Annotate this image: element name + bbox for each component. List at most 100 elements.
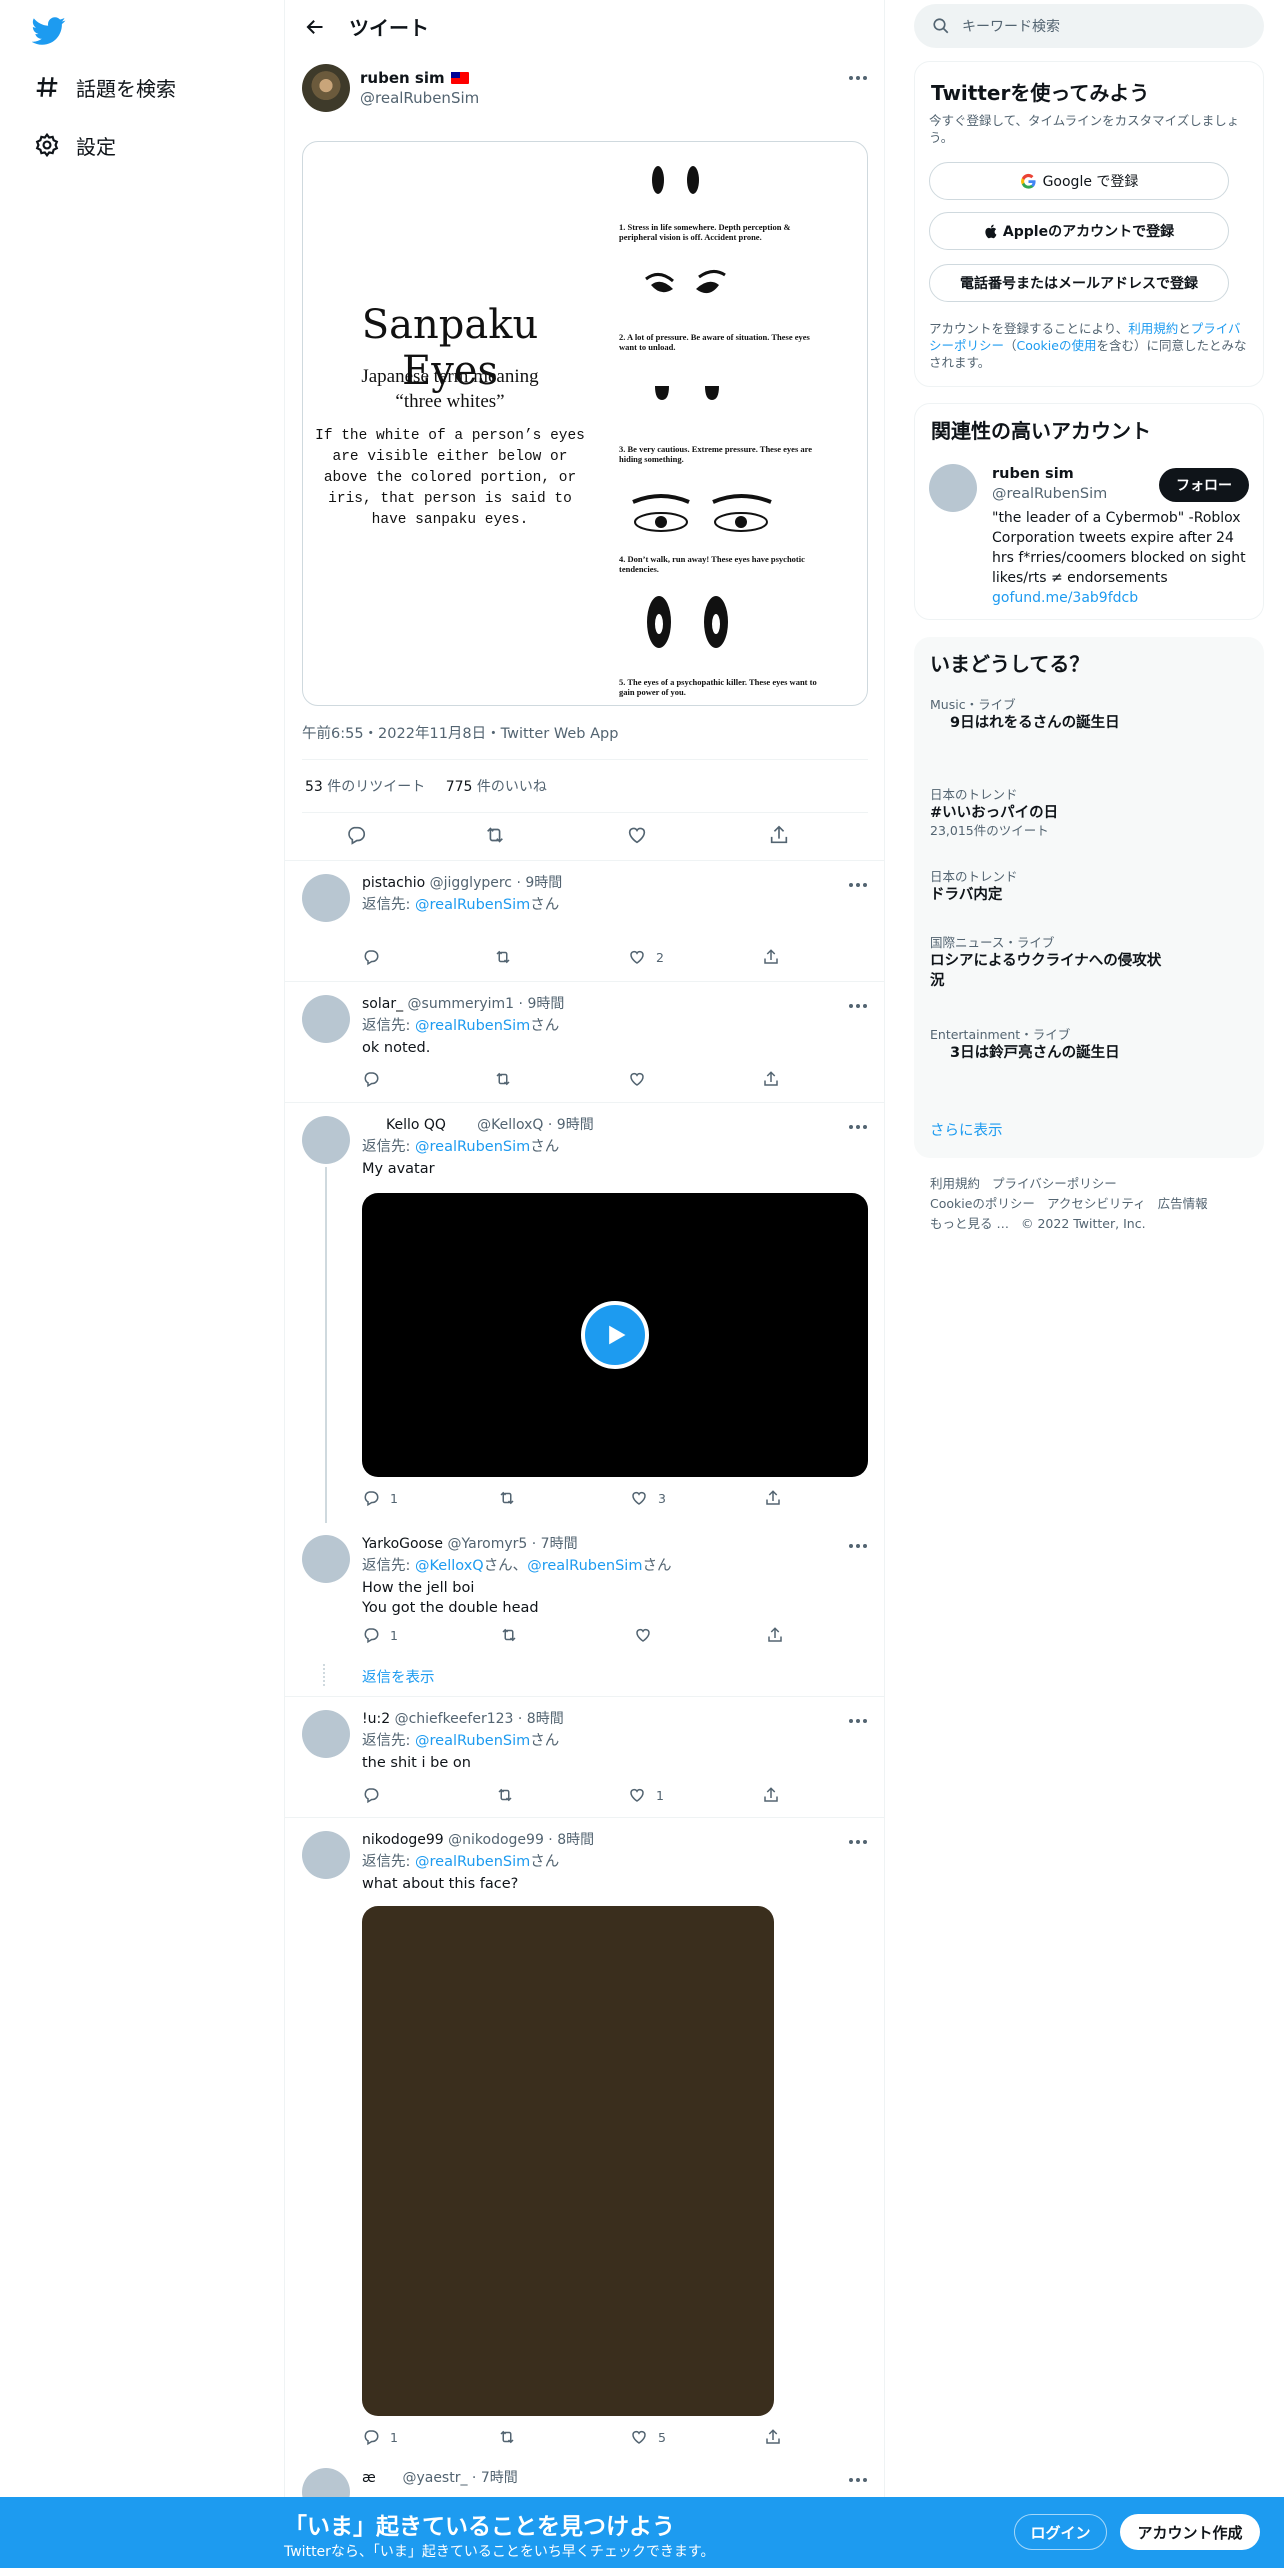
- reply-time[interactable]: 8時間: [527, 1711, 564, 1727]
- back-arrow-icon[interactable]: [295, 7, 335, 47]
- reply-author-name[interactable]: YarkoGoose: [362, 1536, 443, 1552]
- reply-tweet[interactable]: !u:2 @chiefkeefer123 · 8時間 返信先: @realRub…: [285, 1696, 885, 1817]
- reply-icon[interactable]: [345, 824, 367, 846]
- avatar[interactable]: [302, 64, 350, 112]
- mention-link[interactable]: @realRubenSim: [415, 1854, 530, 1870]
- nav-settings[interactable]: 設定: [30, 119, 116, 171]
- tweet-author[interactable]: ruben sim @realRubenSim: [302, 64, 479, 112]
- share-icon[interactable]: [762, 948, 780, 966]
- share-icon[interactable]: [768, 824, 790, 846]
- mention-link[interactable]: @realRubenSim: [415, 897, 530, 913]
- more-options-icon[interactable]: [843, 996, 873, 1016]
- more-options-icon[interactable]: [843, 1117, 873, 1137]
- reply-icon[interactable]: 1: [362, 1489, 398, 1507]
- reply-author-name[interactable]: nikodoge99: [362, 1832, 444, 1848]
- retweet-icon[interactable]: [494, 1070, 522, 1088]
- mention-link[interactable]: @KelloxQ: [415, 1558, 484, 1574]
- reply-icon[interactable]: 1: [362, 1626, 398, 1644]
- reply-handle[interactable]: @KelloxQ: [477, 1117, 543, 1133]
- retweet-icon[interactable]: [498, 2428, 526, 2446]
- trend-item[interactable]: Music・ライブ 9日はれをるさんの誕生日: [930, 697, 1240, 733]
- mention-link[interactable]: @realRubenSim: [415, 1733, 530, 1749]
- reply-author-name[interactable]: æ: [362, 2470, 376, 2486]
- follow-button[interactable]: フォロー: [1159, 468, 1249, 502]
- reply-author-name[interactable]: !u:2: [362, 1711, 390, 1727]
- mention-link[interactable]: @realRubenSim: [415, 1018, 530, 1034]
- reply-handle[interactable]: @chiefkeefer123: [395, 1711, 514, 1727]
- tweet-image[interactable]: Sanpaku Eyes Japanese term meaning “three…: [302, 141, 868, 706]
- login-button[interactable]: ログイン: [1014, 2514, 1107, 2550]
- heart-icon[interactable]: [626, 824, 648, 846]
- footer-cookie[interactable]: Cookieのポリシー: [930, 1196, 1035, 1211]
- bio-link[interactable]: gofund.me/3ab9fdcb: [992, 588, 1138, 608]
- video-player[interactable]: [362, 1193, 868, 1477]
- reply-author-name[interactable]: pistachio: [362, 875, 425, 891]
- mention-link[interactable]: @realRubenSim: [527, 1558, 642, 1574]
- footer-accessibility[interactable]: アクセシビリティ: [1047, 1196, 1146, 1211]
- reply-handle[interactable]: @jigglyperc: [430, 875, 512, 891]
- more-options-icon[interactable]: [843, 1711, 873, 1731]
- author-handle[interactable]: @realRubenSim: [360, 88, 479, 108]
- share-icon[interactable]: [764, 2428, 782, 2446]
- reply-handle[interactable]: @yaestr_: [402, 2470, 467, 2486]
- reply-time[interactable]: 8時間: [557, 1832, 594, 1848]
- reply-tweet[interactable]: nikodoge99 @nikodoge99 · 8時間 返信先: @realR…: [285, 1817, 885, 2480]
- footer-more[interactable]: もっと見る …: [930, 1216, 1009, 1231]
- reply-icon[interactable]: 1: [362, 2428, 398, 2446]
- avatar[interactable]: [302, 1831, 350, 1879]
- cookie-link[interactable]: Cookieの使用: [1017, 338, 1097, 353]
- heart-icon[interactable]: [628, 1070, 656, 1088]
- reply-time[interactable]: 7時間: [541, 1536, 578, 1552]
- footer-terms[interactable]: 利用規約: [930, 1176, 980, 1191]
- heart-icon[interactable]: [634, 1626, 662, 1644]
- trend-item[interactable]: 日本のトレンド #いいおっパイの日 23,015件のツイート: [930, 787, 1240, 839]
- trend-item[interactable]: 国際ニュース・ライブ ロシアによるウクライナへの侵攻状況: [930, 935, 1170, 991]
- reply-handle[interactable]: @nikodoge99: [448, 1832, 544, 1848]
- search-bar[interactable]: キーワード検索: [914, 4, 1264, 48]
- retweet-icon[interactable]: [500, 1626, 528, 1644]
- footer-ads[interactable]: 広告情報: [1158, 1196, 1208, 1211]
- play-icon[interactable]: [581, 1301, 649, 1369]
- heart-icon[interactable]: 2: [628, 948, 664, 966]
- search-input[interactable]: キーワード検索: [962, 16, 1060, 36]
- share-icon[interactable]: [766, 1626, 784, 1644]
- reply-author-name[interactable]: Kello QQ: [386, 1117, 446, 1133]
- share-icon[interactable]: [762, 1786, 780, 1804]
- reply-author-name[interactable]: solar_: [362, 996, 403, 1012]
- reply-icon[interactable]: [362, 1070, 390, 1088]
- reply-icon[interactable]: [362, 948, 390, 966]
- heart-icon[interactable]: 3: [630, 1489, 666, 1507]
- reply-time[interactable]: 7時間: [481, 2470, 518, 2486]
- like-count-link[interactable]: 775 件のいいね: [446, 779, 547, 795]
- more-options-icon[interactable]: [843, 2470, 873, 2490]
- author-display-name[interactable]: ruben sim: [360, 68, 445, 88]
- more-options-icon[interactable]: [843, 1832, 873, 1852]
- nav-explore[interactable]: 話題を検索: [30, 61, 176, 113]
- reply-time[interactable]: 9時間: [527, 996, 564, 1012]
- share-icon[interactable]: [762, 1070, 780, 1088]
- more-options-icon[interactable]: [843, 68, 873, 88]
- avatar[interactable]: [302, 874, 350, 922]
- retweet-icon[interactable]: [494, 948, 522, 966]
- phone-email-signup-button[interactable]: 電話番号またはメールアドレスで登録: [929, 264, 1229, 302]
- avatar[interactable]: [302, 1116, 350, 1164]
- avatar[interactable]: [302, 1535, 350, 1583]
- footer-privacy[interactable]: プライバシーポリシー: [992, 1176, 1117, 1191]
- reply-handle[interactable]: @Yaromyr5: [447, 1536, 527, 1552]
- google-signup-button[interactable]: Google で登録: [929, 162, 1229, 200]
- reply-icon[interactable]: [362, 1786, 390, 1804]
- avatar[interactable]: [302, 995, 350, 1043]
- trend-item[interactable]: 日本のトレンド ドラバ内定: [930, 869, 1240, 905]
- apple-signup-button[interactable]: Appleのアカウントで登録: [929, 212, 1229, 250]
- avatar[interactable]: [929, 464, 977, 512]
- terms-link[interactable]: 利用規約: [1128, 321, 1178, 336]
- retweet-icon[interactable]: [484, 824, 506, 846]
- heart-icon[interactable]: 1: [628, 1786, 664, 1804]
- heart-icon[interactable]: 5: [630, 2428, 666, 2446]
- more-options-icon[interactable]: [843, 875, 873, 895]
- reply-tweet[interactable]: pistachio @jigglyperc · 9時間 返信先: @realRu…: [285, 860, 885, 981]
- mention-link[interactable]: @realRubenSim: [415, 1139, 530, 1155]
- reply-image[interactable]: [362, 1906, 774, 2416]
- show-more-link[interactable]: さらに表示: [930, 1119, 1003, 1140]
- create-account-button[interactable]: アカウント作成: [1120, 2514, 1260, 2550]
